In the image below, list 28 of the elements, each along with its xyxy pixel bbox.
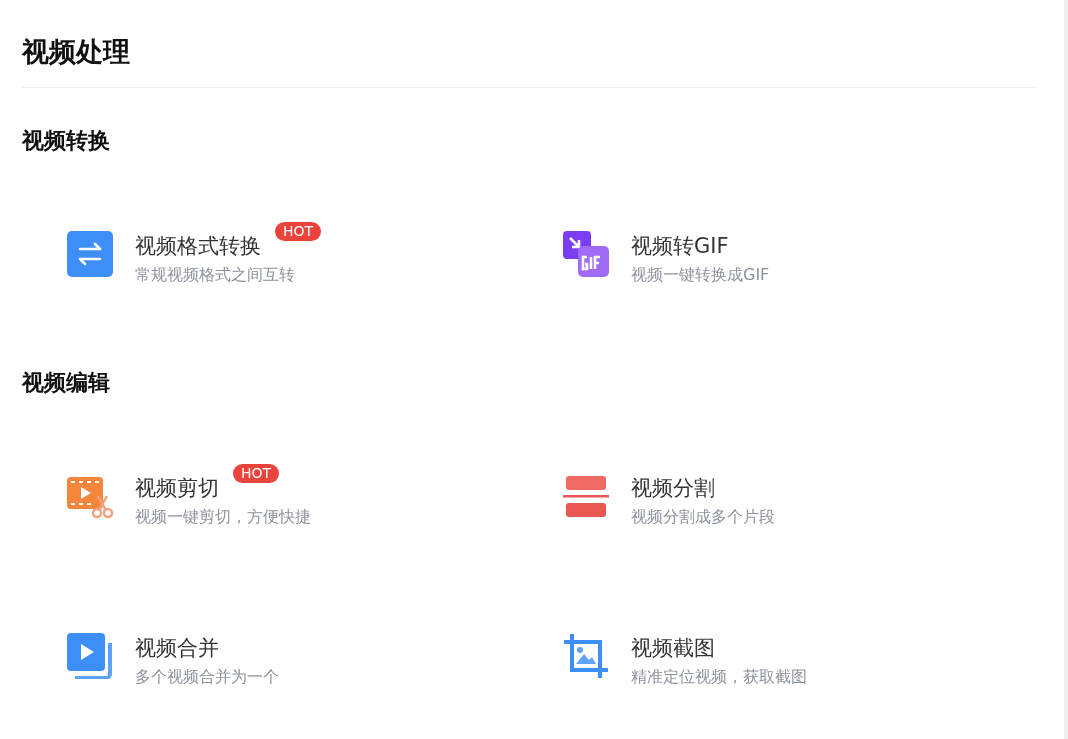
section-heading: 视频编辑 (22, 369, 111, 397)
tool-item[interactable]: 视频分割 视频分割成多个片段 (563, 464, 775, 528)
tool-description: 视频分割成多个片段 (631, 506, 775, 528)
split-bars-icon (563, 473, 609, 519)
tool-description: 精准定位视频，获取截图 (631, 666, 807, 688)
tool-item[interactable]: 视频格式转换 HOT 常规视频格式之间互转 (67, 222, 322, 286)
tool-title: 视频剪切 (135, 475, 219, 502)
tool-item[interactable]: 视频剪切 HOT 视频一键剪切，方便快捷 (67, 464, 311, 528)
convert-arrows-icon (67, 231, 113, 277)
tool-title: 视频合并 (135, 635, 219, 662)
tool-title: 视频格式转换 (135, 233, 261, 260)
tool-description: 视频一键剪切，方便快捷 (135, 506, 311, 528)
crop-image-icon (563, 633, 609, 679)
tool-item[interactable]: 视频转GIF 视频一键转换成GIF (563, 222, 770, 286)
tool-description: 视频一键转换成GIF (631, 264, 770, 286)
tool-description: 多个视频合并为一个 (135, 666, 279, 688)
tool-description: 常规视频格式之间互转 (135, 264, 296, 286)
hot-badge: HOT (275, 222, 322, 241)
tool-item[interactable]: 视频合并 多个视频合并为一个 (67, 624, 279, 688)
gif-file-icon (563, 231, 609, 277)
tool-title: 视频转GIF (631, 233, 729, 260)
section-heading: 视频转换 (22, 127, 111, 155)
tool-title: 视频截图 (631, 635, 715, 662)
hot-badge: HOT (233, 464, 280, 483)
tool-item[interactable]: 视频截图 精准定位视频，获取截图 (563, 624, 807, 688)
play-stack-icon (67, 633, 113, 679)
page-title: 视频处理 (22, 35, 131, 69)
tool-title: 视频分割 (631, 475, 715, 502)
